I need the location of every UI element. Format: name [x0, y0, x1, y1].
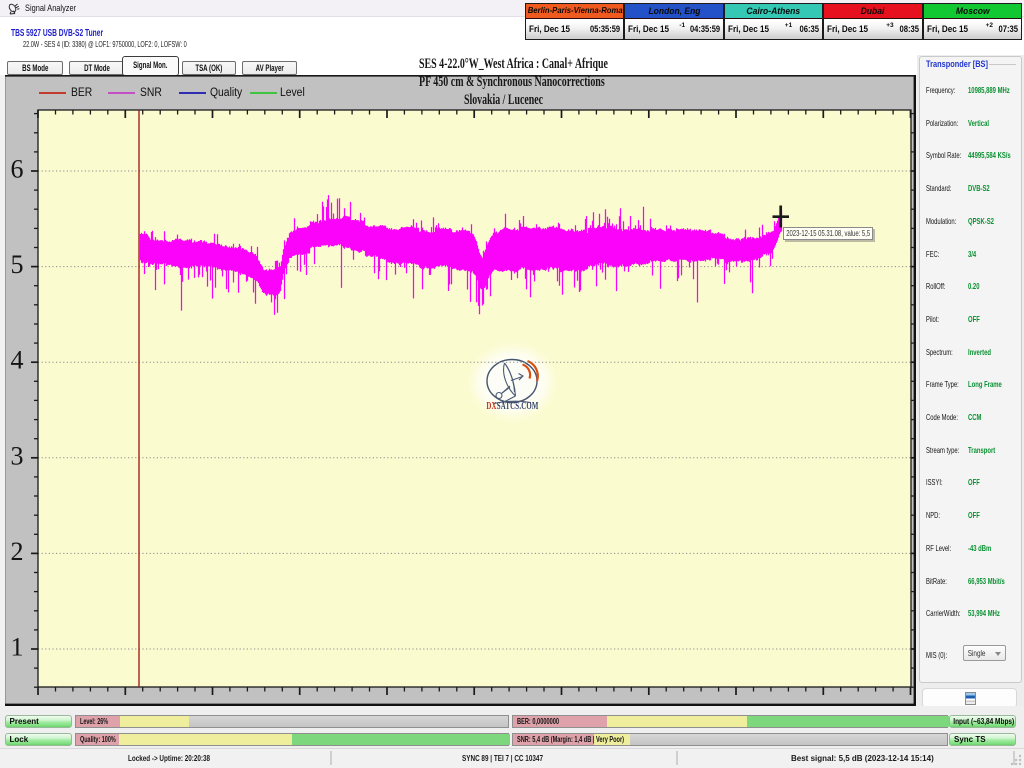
svg-text:4: 4: [11, 346, 24, 375]
svg-text:1: 1: [11, 633, 24, 662]
svg-text:2: 2: [11, 537, 24, 566]
svg-text:3: 3: [11, 441, 24, 470]
svg-text:5: 5: [11, 250, 24, 279]
svg-text:6: 6: [11, 155, 24, 184]
svg-text:DXSATCS.COM: DXSATCS.COM: [486, 400, 538, 412]
